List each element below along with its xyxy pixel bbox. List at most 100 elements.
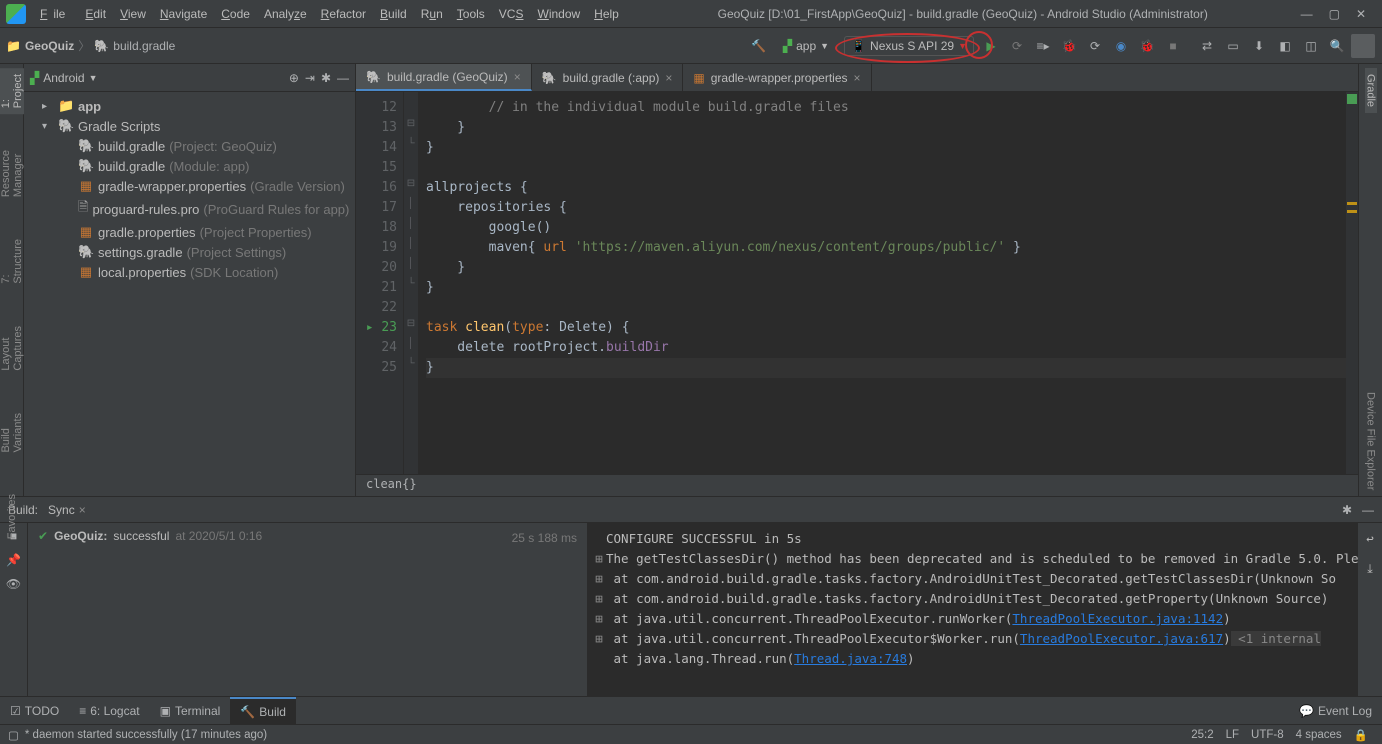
make-project-button[interactable]: 🔨 — [747, 34, 771, 58]
code-area[interactable]: 1213141516171819202122▸ 232425 ⊟└⊟││││└⊟… — [356, 92, 1358, 474]
project-view-selector[interactable]: Android — [43, 71, 84, 85]
device-selector[interactable]: 📱 Nexus S API 29 ▼ — [844, 36, 974, 56]
line-separator[interactable]: LF — [1220, 729, 1245, 741]
tree-item[interactable]: 🗎proguard-rules.pro(ProGuard Rules for a… — [24, 196, 355, 222]
editor-tab[interactable]: 🐘build.gradle (:app)× — [532, 64, 684, 91]
chevron-down-icon: ▼ — [958, 41, 967, 51]
menu-run[interactable]: Run — [415, 4, 449, 24]
pin-icon[interactable]: 📌 — [6, 553, 21, 567]
tool-project[interactable]: 1: Project — [0, 68, 24, 114]
tree-item[interactable]: 🐘build.gradle(Module: app) — [24, 156, 355, 176]
menu-build[interactable]: Build — [374, 4, 413, 24]
tool-logcat[interactable]: ≡6: Logcat — [69, 697, 149, 724]
debug-apply-button[interactable]: ⟳ — [1005, 34, 1029, 58]
close-button[interactable]: ✕ — [1356, 7, 1366, 21]
tool-build-variants[interactable]: Build Variants — [0, 407, 24, 459]
layout-inspector-button[interactable]: ◫ — [1299, 34, 1323, 58]
warning-mark[interactable] — [1347, 202, 1357, 205]
editor-tab[interactable]: 🐘build.gradle (GeoQuiz)× — [356, 64, 532, 91]
tree-app[interactable]: ▸📁app — [24, 96, 355, 116]
settings-button[interactable]: ✱ — [321, 71, 331, 85]
tree-item[interactable]: 🐘build.gradle(Project: GeoQuiz) — [24, 136, 355, 156]
user-button[interactable] — [1351, 34, 1375, 58]
scroll-end-icon[interactable]: ⤓ — [1367, 559, 1373, 579]
caret-position[interactable]: 25:2 — [1185, 729, 1219, 741]
tree-item[interactable]: ▦gradle-wrapper.properties(Gradle Versio… — [24, 176, 355, 196]
avd-manager-button[interactable]: ▭ — [1221, 34, 1245, 58]
code-text[interactable]: // in the individual module build.gradle… — [418, 92, 1346, 474]
tree-gradle-scripts[interactable]: ▾🐘Gradle Scripts — [24, 116, 355, 136]
close-icon[interactable]: × — [514, 70, 521, 84]
menu-window[interactable]: Window — [531, 4, 586, 24]
breadcrumb-project[interactable]: GeoQuiz — [25, 39, 74, 53]
indent-setting[interactable]: 4 spaces — [1290, 729, 1348, 741]
warning-mark[interactable] — [1347, 210, 1357, 213]
editor-tab[interactable]: ▦gradle-wrapper.properties× — [683, 64, 871, 91]
view-icon[interactable]: 👁 — [6, 577, 21, 591]
tool-resource-manager[interactable]: Resource Manager — [0, 144, 24, 203]
build-output[interactable]: CONFIGURE SUCCESSFUL in 5s ⊞The getTestC… — [588, 523, 1382, 696]
menu-navigate[interactable]: Navigate — [154, 4, 213, 24]
profiler-button[interactable]: ◉ — [1109, 34, 1133, 58]
tool-layout-captures[interactable]: Layout Captures — [0, 320, 24, 377]
coverage-button[interactable]: ⟳ — [1083, 34, 1107, 58]
link[interactable]: Thread.java:748 — [794, 651, 907, 666]
menu-view[interactable]: View — [114, 4, 152, 24]
tool-device-file-explorer[interactable]: Device File Explorer — [1365, 386, 1377, 496]
bottom-tool-window-bar: ☑TODO ≡6: Logcat ▣Terminal 🔨Build 💬Event… — [0, 696, 1382, 724]
fold-gutter[interactable]: ⊟└⊟││││└⊟│└ — [404, 92, 418, 474]
locate-button[interactable]: ⊕ — [289, 71, 299, 85]
menu-vcs[interactable]: VCS — [493, 4, 530, 24]
tool-build[interactable]: 🔨Build — [230, 697, 296, 724]
status-icon[interactable]: ▢ — [8, 728, 19, 742]
error-stripe[interactable] — [1346, 92, 1358, 474]
left-tool-window-bar: 1: Project Resource Manager 7: Structure… — [0, 64, 24, 496]
search-everywhere-button[interactable]: 🔍 — [1325, 34, 1349, 58]
run-button[interactable]: ▶ — [979, 34, 1003, 58]
run-config-selector[interactable]: ▞ app ▼ — [776, 36, 836, 56]
build-tree[interactable]: ✔ GeoQuiz: successful at 2020/5/1 0:16 2… — [28, 523, 588, 696]
tool-terminal[interactable]: ▣Terminal — [150, 697, 231, 724]
stop-button[interactable]: ■ — [1161, 34, 1185, 58]
tool-event-log[interactable]: 💬Event Log — [1289, 697, 1382, 724]
lock-icon[interactable]: 🔒 — [1348, 728, 1374, 742]
debug-button[interactable]: 🐞 — [1057, 34, 1081, 58]
link[interactable]: ThreadPoolExecutor.java:617 — [1020, 631, 1223, 646]
close-icon[interactable]: × — [854, 71, 861, 85]
tool-gradle[interactable]: Gradle — [1365, 68, 1377, 113]
tree-item[interactable]: ▦gradle.properties(Project Properties) — [24, 222, 355, 242]
attach-debugger-button[interactable]: 🐞 — [1135, 34, 1159, 58]
hide-button[interactable]: — — [337, 71, 349, 85]
menu-tools[interactable]: Tools — [451, 4, 491, 24]
sync-gradle-button[interactable]: ⇄ — [1195, 34, 1219, 58]
tool-todo[interactable]: ☑TODO — [0, 697, 69, 724]
menu-code[interactable]: Code — [215, 4, 256, 24]
menu-analyze[interactable]: Analyze — [258, 4, 313, 24]
close-icon[interactable]: × — [665, 71, 672, 85]
minimize-button[interactable]: — — [1301, 7, 1313, 21]
breadcrumb-file[interactable]: build.gradle — [113, 39, 175, 53]
link[interactable]: ThreadPoolExecutor.java:1142 — [1012, 611, 1223, 626]
menu-file[interactable]: File — [34, 4, 77, 24]
editor-breadcrumb[interactable]: clean{} — [356, 474, 1358, 496]
tool-structure[interactable]: 7: Structure — [0, 233, 24, 290]
collapse-button[interactable]: ⇥ — [305, 71, 315, 85]
project-tree[interactable]: ▸📁app ▾🐘Gradle Scripts 🐘build.gradle(Pro… — [24, 92, 355, 496]
hide-button[interactable]: — — [1362, 503, 1374, 517]
run-list-button[interactable]: ≡▸ — [1031, 34, 1055, 58]
tree-item[interactable]: ▦local.properties(SDK Location) — [24, 262, 355, 282]
breadcrumb[interactable]: 📁 GeoQuiz 〉 🐘 build.gradle — [6, 37, 175, 54]
soft-wrap-icon[interactable]: ↩ — [1366, 529, 1374, 549]
maximize-button[interactable]: ▢ — [1329, 7, 1340, 21]
menu-help[interactable]: Help — [588, 4, 625, 24]
tree-item[interactable]: 🐘settings.gradle(Project Settings) — [24, 242, 355, 262]
build-tab-sync[interactable]: Sync× — [48, 503, 86, 517]
menu-edit[interactable]: Edit — [79, 4, 112, 24]
sdk-manager-button[interactable]: ⬇ — [1247, 34, 1271, 58]
tool-favorites[interactable]: Favorites — [6, 488, 18, 545]
menu-refactor[interactable]: Refactor — [315, 4, 372, 24]
gear-icon[interactable]: ✱ — [1342, 503, 1352, 517]
file-encoding[interactable]: UTF-8 — [1245, 729, 1290, 741]
resource-manager-button[interactable]: ◧ — [1273, 34, 1297, 58]
line-gutter[interactable]: 1213141516171819202122▸ 232425 — [356, 92, 404, 474]
